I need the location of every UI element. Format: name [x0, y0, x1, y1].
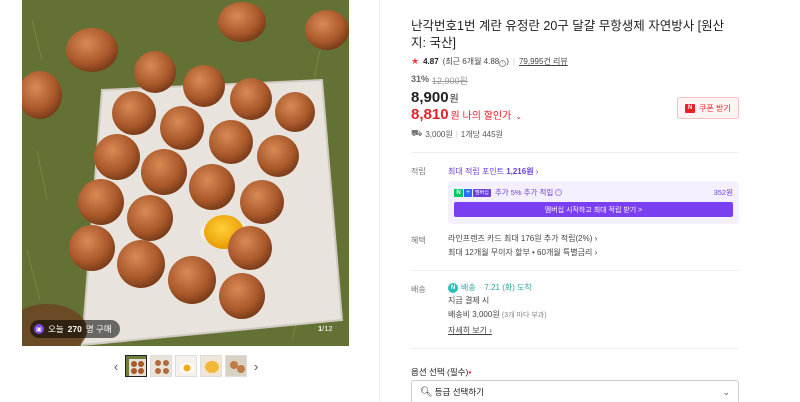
coupon-icon: N [685, 103, 696, 113]
delivery-more-link[interactable]: 자세히 보기 › [448, 325, 492, 336]
delivery-line2: 배송비 3,000원 (3개 마다 부과) [448, 308, 547, 323]
my-discount-price[interactable]: 8,810 원 나의 할인가 ⌄ [411, 106, 522, 123]
discount-rate: 31% [411, 74, 430, 84]
product-main-image[interactable] [22, 0, 349, 346]
points-label: 적립 [411, 167, 426, 176]
today-purchase-badge: ▣ 오늘 270 명 구매 [30, 320, 120, 338]
bag-icon: ▣ [34, 324, 44, 334]
sale-price: 8,900원 [411, 89, 459, 106]
naver-plus-logo-icon: N + 멤버십 [454, 188, 491, 197]
image-counter: 1/12 [318, 324, 333, 333]
option-select[interactable]: 🔍︎ 등급 선택하기 ⌄ [411, 380, 739, 402]
thumbnail-5[interactable] [225, 355, 247, 377]
truck-icon: ⛟ [411, 128, 423, 138]
delivery-fee: 배송비 3,000원 [448, 310, 500, 319]
delivery-arrival: N 배송 · 7.21 (화) 도착 [448, 282, 532, 293]
thumbnail-1[interactable] [125, 355, 147, 377]
delivery-line1: 지금 결제 시 [448, 296, 490, 305]
required-mark: • [468, 367, 472, 377]
benefit-installment[interactable]: 최대 12개월 무이자 할부 • 60개월 특별금리 › [448, 246, 597, 260]
thumbnail-strip: ‹ › [110, 354, 262, 378]
chevron-down-icon: ⌄ [515, 112, 523, 121]
rating-recent-close: ) [506, 57, 509, 66]
coupon-label: 쿠폰 받기 [699, 103, 731, 113]
product-gallery: ▣ 오늘 270 명 구매 1/12 ‹ › [0, 0, 380, 402]
rating-value: 4.87 [423, 57, 439, 66]
product-title: 난각번호1번 계란 유정란 20구 달걀 무항생제 자연방사 [원산지: 국산] [411, 19, 725, 50]
thumbnail-3[interactable] [175, 355, 197, 377]
info-icon[interactable]: i [555, 189, 563, 196]
discount-row: 31% 12,900원 [411, 74, 468, 87]
today-suffix: 명 구매 [85, 324, 112, 334]
today-count: 270 [67, 324, 82, 334]
egg-tray-photo [22, 0, 349, 346]
thumbnail-2[interactable] [150, 355, 172, 377]
rating-recent-text: (최근 6개월 4.88 [442, 57, 500, 66]
sale-price-unit: 원 [449, 94, 459, 105]
max-point-link[interactable]: 최대 적립 포인트 1,216원 › [448, 166, 538, 177]
star-icon: ★ [411, 56, 420, 66]
rating-recent: (최근 6개월 4.88 i) [443, 56, 509, 67]
delivery-more-text: 자세히 보기 [448, 326, 488, 335]
benefits-body: 라인프렌즈 카드 최대 176원 추가 적립(2%) › 최대 12개월 무이자… [448, 232, 597, 260]
delivery-body: 지금 결제 시 배송비 3,000원 (3개 마다 부과) [448, 294, 547, 323]
per-unit-price: 1개당 445원 [460, 129, 503, 139]
max-point-value: 1,216원 [506, 167, 534, 176]
benefits-label: 혜택 [411, 236, 426, 245]
thumbnail-4[interactable] [200, 355, 222, 377]
membership-box: N + 멤버십 추가 5% 추가 적립 i 352원 멤버십 시작하고 최대 적립 … [448, 181, 739, 224]
delivery-label: 배송 [411, 285, 426, 294]
option-select-text: 등급 선택하기 [434, 387, 484, 397]
chevron-down-icon: ⌄ [722, 386, 730, 397]
separator: | [512, 57, 515, 66]
max-point-prefix: 최대 적립 포인트 [448, 167, 507, 176]
delivery-fee-note: (3개 마다 부과) [501, 312, 547, 319]
today-delivery-icon: N [448, 282, 458, 293]
shipping-row: ⛟ 3,000원 | 1개당 445원 [411, 128, 503, 140]
divider [411, 152, 739, 153]
option-label-text: 옵션 선택 (필수) [411, 367, 469, 377]
review-count-link[interactable]: 79,995건 리뷰 [519, 56, 568, 67]
search-icon: 🔍︎ [420, 386, 433, 398]
membership-amount: 352원 [713, 188, 733, 197]
benefit-card[interactable]: 라인프렌즈 카드 최대 176원 추가 적립(2%) › [448, 232, 597, 246]
my-price-value: 8,810 [411, 106, 449, 123]
coupon-button[interactable]: N 쿠폰 받기 [677, 97, 739, 119]
separator: | [455, 129, 458, 139]
today-prefix: 오늘 [48, 324, 64, 334]
chevron-left-icon[interactable]: ‹ [110, 354, 122, 378]
separator: · [478, 283, 482, 292]
chevron-right-icon[interactable]: › [250, 354, 262, 378]
benefit-card-text: 라인프렌즈 카드 최대 176원 추가 적립(2%) [448, 234, 593, 243]
benefit-installment-text: 최대 12개월 무이자 할부 • 60개월 특별금리 [448, 248, 593, 257]
shipping-fee: 3,000원 [425, 129, 453, 139]
divider [411, 270, 739, 271]
divider [411, 348, 739, 349]
image-counter-total: /12 [322, 324, 333, 333]
sale-price-value: 8,900 [411, 89, 449, 106]
delivery-badge: 배송 [461, 283, 476, 292]
option-label: 옵션 선택 (필수)• [411, 366, 471, 378]
my-price-label: 원 나의 할인가 [450, 111, 512, 122]
delivery-arrival-date: 7.21 (화) 도착 [484, 283, 532, 292]
original-price: 12,900원 [432, 76, 468, 86]
column-divider [379, 0, 380, 402]
membership-text: 추가 5% 추가 적립 [494, 188, 554, 197]
rating-row: ★ 4.87 (최근 6개월 4.88 i) | 79,995건 리뷰 [411, 56, 568, 67]
membership-start-button[interactable]: 멤버십 시작하고 최대 적립 받기 > [454, 202, 733, 217]
membership-row: N + 멤버십 추가 5% 추가 적립 i 352원 [454, 187, 733, 198]
